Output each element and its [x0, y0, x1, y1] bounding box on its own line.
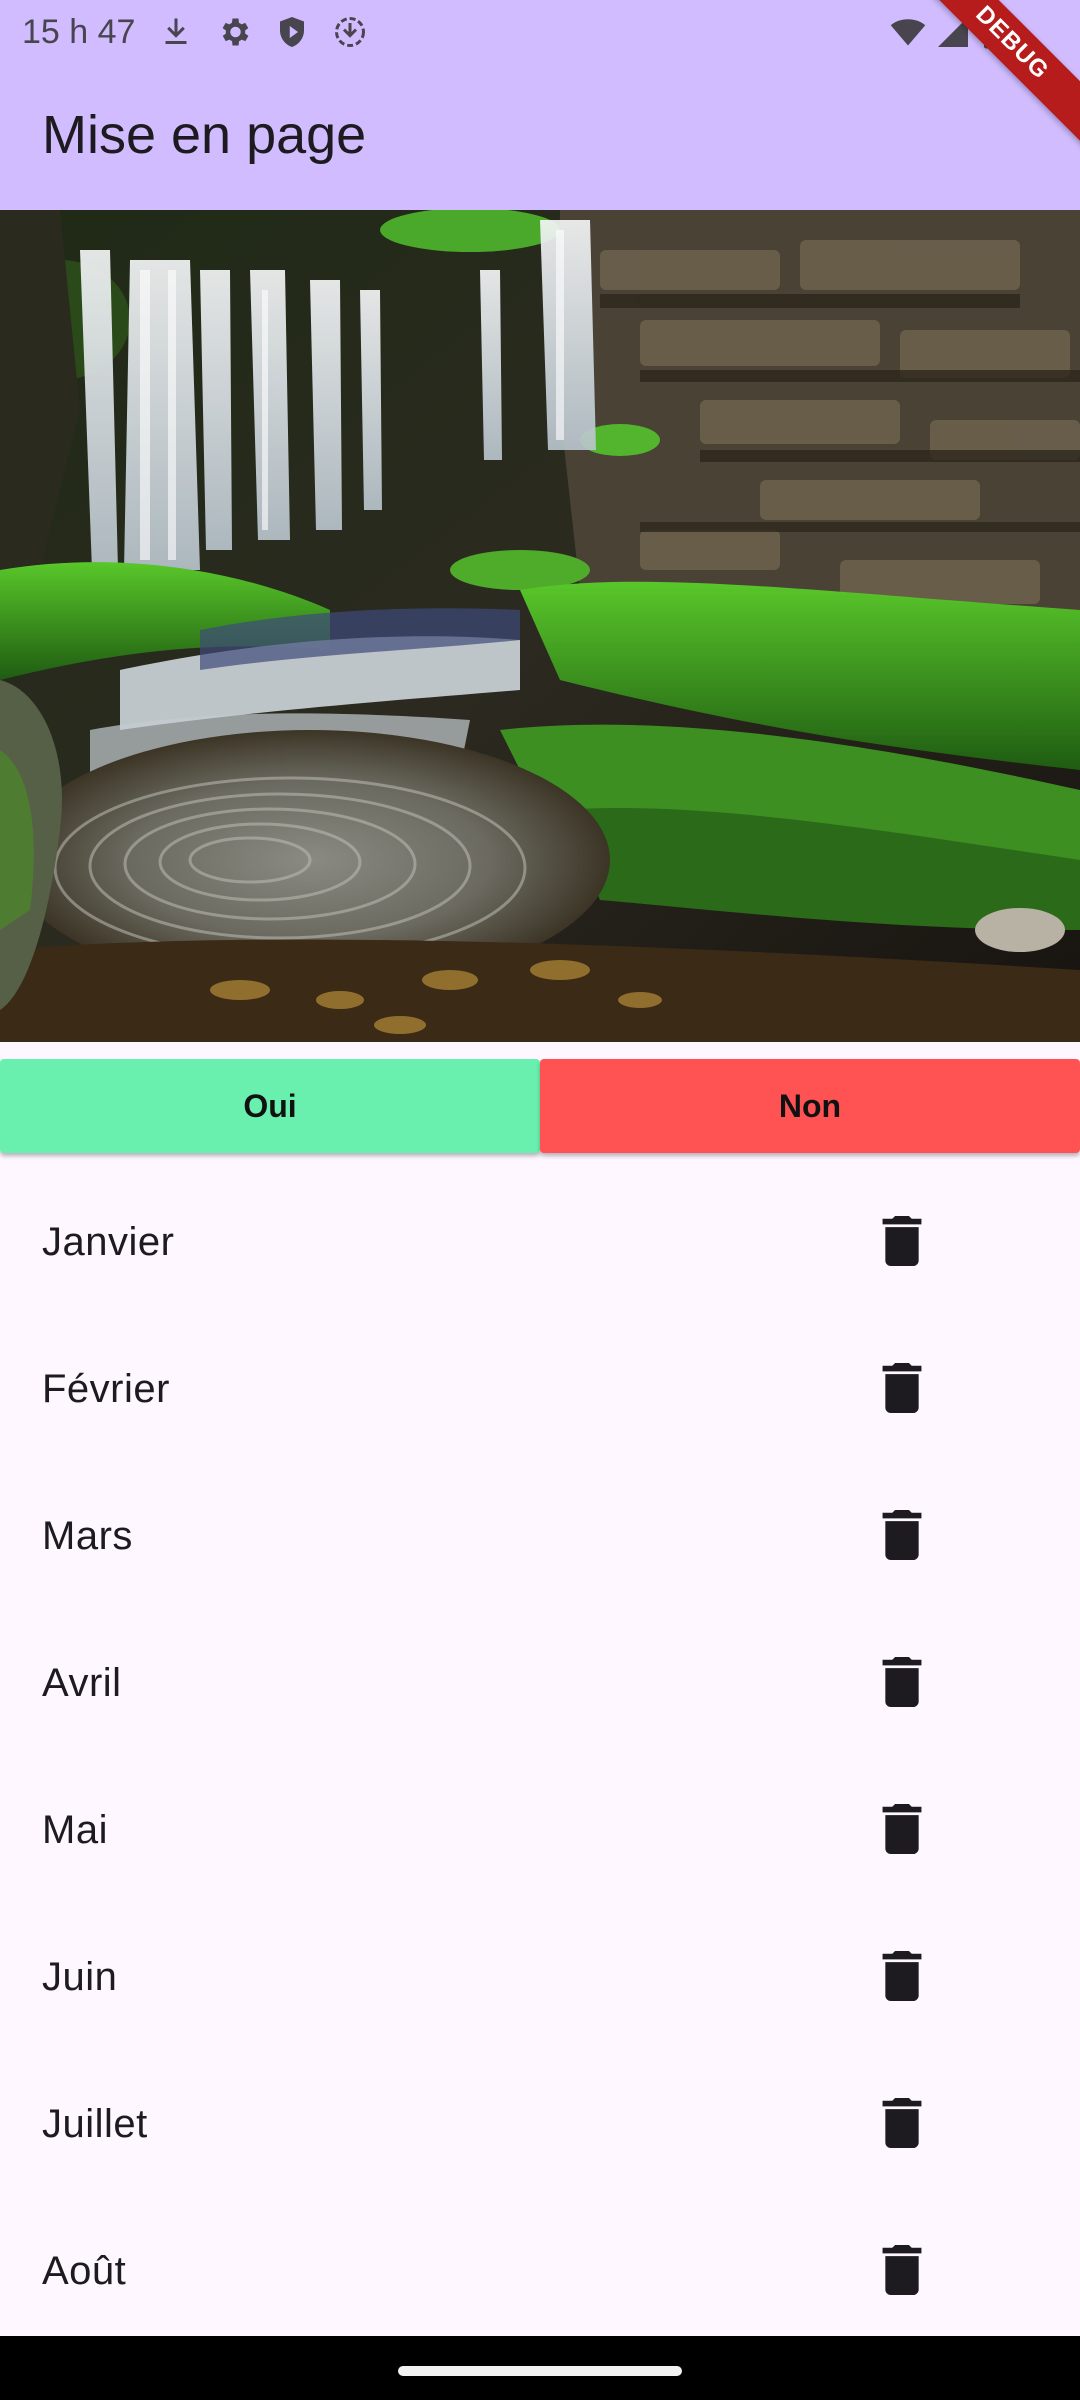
month-label: Mai: [42, 1807, 108, 1852]
month-label: Juillet: [42, 2101, 148, 2146]
list-item[interactable]: Avril: [0, 1609, 1080, 1756]
month-label: Juin: [42, 1954, 118, 1999]
month-label: Août: [42, 2248, 127, 2293]
delete-button[interactable]: [852, 2220, 952, 2320]
list-item[interactable]: Juillet: [0, 2050, 1080, 2197]
delete-icon: [882, 1657, 922, 1707]
list-item[interactable]: Août: [0, 2197, 1080, 2344]
no-button[interactable]: Non: [540, 1059, 1080, 1153]
delete-button[interactable]: [852, 2073, 952, 2173]
delete-icon: [882, 1510, 922, 1560]
month-label: Janvier: [42, 1219, 175, 1264]
settings-icon: [216, 14, 252, 50]
delete-button[interactable]: [852, 1338, 952, 1438]
page-title: Mise en page: [42, 105, 367, 165]
delete-button[interactable]: [852, 1632, 952, 1732]
list-item[interactable]: Juin: [0, 1903, 1080, 2050]
delete-icon: [882, 2098, 922, 2148]
month-list: Janvier Février Mars Avril Mai Juin Juil…: [0, 1168, 1080, 2344]
download-circle-icon: [332, 14, 368, 50]
delete-icon: [882, 2245, 922, 2295]
month-label: Mars: [42, 1513, 133, 1558]
gesture-handle[interactable]: [398, 2366, 682, 2376]
delete-button[interactable]: [852, 1485, 952, 1585]
app-bar: 15 h 47 Mise en page DEBUG: [0, 0, 1080, 210]
delete-button[interactable]: [852, 1926, 952, 2026]
month-label: Février: [42, 1366, 170, 1411]
hero-image: [0, 210, 1080, 1042]
delete-icon: [882, 1216, 922, 1266]
wifi-icon: [888, 14, 928, 50]
status-bar: 15 h 47: [0, 0, 1080, 64]
month-label: Avril: [42, 1660, 122, 1705]
status-time: 15 h 47: [22, 13, 136, 51]
delete-icon: [882, 1363, 922, 1413]
delete-icon: [882, 1804, 922, 1854]
delete-icon: [882, 1951, 922, 2001]
delete-button[interactable]: [852, 1191, 952, 1291]
delete-button[interactable]: [852, 1779, 952, 1879]
choice-button-row: Oui Non: [0, 1059, 1080, 1153]
yes-button[interactable]: Oui: [0, 1059, 540, 1153]
shield-icon: [274, 14, 310, 50]
list-item[interactable]: Février: [0, 1315, 1080, 1462]
download-icon: [158, 14, 194, 50]
list-item[interactable]: Mars: [0, 1462, 1080, 1609]
list-item[interactable]: Janvier: [0, 1168, 1080, 1315]
list-item[interactable]: Mai: [0, 1756, 1080, 1903]
system-nav-bar: [0, 2336, 1080, 2400]
